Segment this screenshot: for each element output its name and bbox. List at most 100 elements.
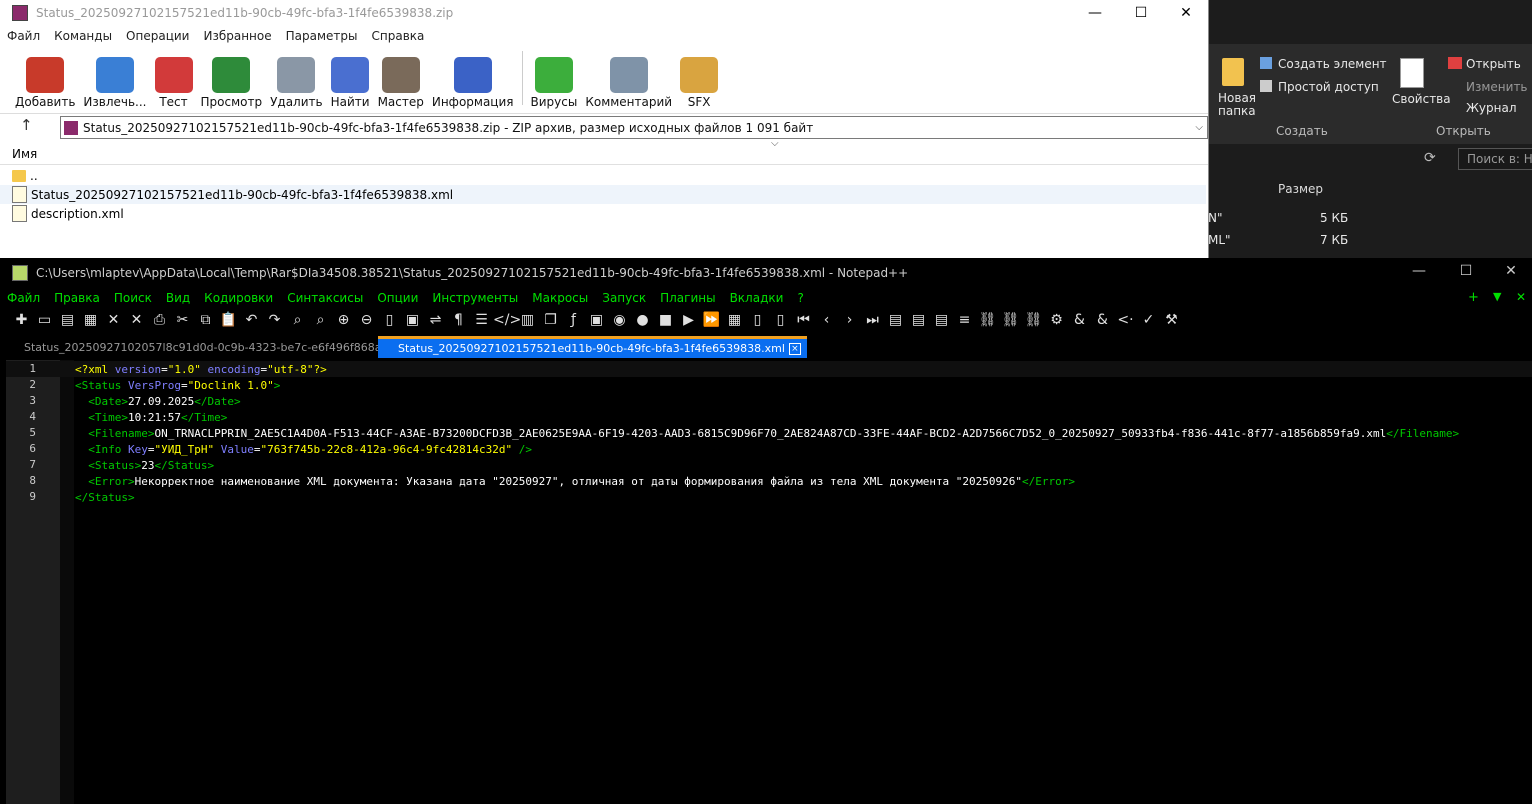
npp-tool-icon[interactable]: ⊖ <box>355 312 378 328</box>
triangle-down-icon[interactable]: ▼ <box>1493 290 1501 303</box>
npp-tool-icon[interactable]: ⇌ <box>424 312 447 328</box>
npp-tool-icon[interactable]: ▤ <box>930 312 953 328</box>
menu-item[interactable]: Команды <box>47 29 119 43</box>
code-line[interactable]: <Filename>ON_TRNACLPPRIN_2AE5C1A4D0A-F51… <box>75 426 1459 442</box>
properties-button[interactable]: Свойства <box>1392 92 1451 106</box>
npp-tool-icon[interactable]: ☰ <box>470 312 493 328</box>
npp-tool-icon[interactable]: ⧉ <box>194 312 217 328</box>
npp-tool-icon[interactable]: ¶ <box>447 312 470 328</box>
code-line[interactable]: <Date>27.09.2025</Date> <box>75 394 240 410</box>
npp-tool-icon[interactable]: ƒ <box>562 312 585 328</box>
npp-close-button[interactable]: ✕ <box>1488 258 1532 283</box>
file-row[interactable]: Status_20250927102157521ed11b-90cb-49fc-… <box>0 185 1206 204</box>
npp-tool-icon[interactable]: ▣ <box>401 312 424 328</box>
npp-tool-icon[interactable]: ✓ <box>1137 312 1160 328</box>
menu-item[interactable]: Справка <box>365 29 432 43</box>
npp-tool-icon[interactable]: ⌕ <box>286 312 309 328</box>
npp-menu-item[interactable]: Кодировки <box>197 291 280 305</box>
npp-tool-icon[interactable]: ✕ <box>102 312 125 328</box>
npp-menu-item[interactable]: Макросы <box>525 291 595 305</box>
npp-menu-item[interactable]: Инструменты <box>425 291 525 305</box>
code-line[interactable]: <Error>Некорректное наименование XML док… <box>75 474 1075 490</box>
tab[interactable]: Status_20250927102057l8c91d0d-0c9b-4323-… <box>24 336 425 358</box>
file-row[interactable]: description.xml <box>12 204 124 223</box>
npp-tool-icon[interactable]: ▤ <box>907 312 930 328</box>
npp-tool-icon[interactable]: ● <box>631 312 654 328</box>
npp-tool-icon[interactable]: </> <box>493 312 521 328</box>
npp-menu-item[interactable]: Файл <box>0 291 47 305</box>
menu-item[interactable]: Файл <box>0 29 47 43</box>
search-input[interactable]: Поиск в: Но <box>1458 148 1532 170</box>
npp-tool-icon[interactable]: <· <box>1114 312 1137 328</box>
npp-menu-item[interactable]: Опции <box>370 291 425 305</box>
toolbar-button[interactable]: Мастер <box>378 57 424 109</box>
chevron-down-icon[interactable]: ⌵ <box>1195 122 1203 133</box>
npp-tool-icon[interactable]: ⌕ <box>309 312 332 328</box>
maximize-button[interactable]: ☐ <box>1118 0 1164 25</box>
npp-tool-icon[interactable]: › <box>838 312 861 328</box>
explorer-row-name[interactable]: ML" <box>1208 233 1231 247</box>
explorer-row-name[interactable]: N" <box>1208 211 1223 225</box>
create-item-button[interactable]: Создать элемент <box>1278 57 1387 71</box>
column-name[interactable]: Имя <box>12 147 37 161</box>
npp-tool-icon[interactable]: ↷ <box>263 312 286 328</box>
npp-tool-icon[interactable]: ▤ <box>56 312 79 328</box>
toolbar-button[interactable]: Извлечь... <box>83 57 147 109</box>
npp-tool-icon[interactable]: & <box>1068 312 1091 328</box>
toolbar-button[interactable]: Вирусы <box>531 57 577 109</box>
npp-tool-icon[interactable]: ✕ <box>125 312 148 328</box>
npp-tool-icon[interactable]: ⛓ <box>999 312 1022 328</box>
npp-tool-icon[interactable]: ✂ <box>171 312 194 328</box>
npp-tool-icon[interactable]: ▦ <box>79 312 102 328</box>
npp-tool-icon[interactable]: ▣ <box>585 312 608 328</box>
npp-tool-icon[interactable]: ⛓ <box>1022 312 1045 328</box>
menu-item[interactable]: Избранное <box>196 29 278 43</box>
plus-icon[interactable]: + <box>1468 290 1479 305</box>
npp-tool-icon[interactable]: ⛓ <box>976 312 999 328</box>
npp-tool-icon[interactable]: ‹ <box>815 312 838 328</box>
npp-menu-item[interactable]: Синтаксисы <box>280 291 370 305</box>
npp-tool-icon[interactable]: ■ <box>654 312 677 328</box>
toolbar-button[interactable]: Удалить <box>270 57 323 109</box>
toolbar-button[interactable]: Просмотр <box>201 57 262 109</box>
code-line[interactable]: <?xml version="1.0" encoding="utf-8"?> <box>75 362 327 378</box>
npp-tool-icon[interactable]: ⚙ <box>1045 312 1068 328</box>
archive-path-field[interactable]: Status_20250927102157521ed11b-90cb-49fc-… <box>60 116 1208 139</box>
winrar-titlebar[interactable]: Status_20250927102157521ed11b-90cb-49fc-… <box>0 0 1208 25</box>
npp-tool-icon[interactable]: ▭ <box>33 312 56 328</box>
code-line[interactable]: <Info Key="УИД_ТрН" Value="763f745b-22c8… <box>75 442 532 458</box>
code-line[interactable]: <Time>10:21:57</Time> <box>75 410 227 426</box>
minimize-button[interactable]: — <box>1072 0 1118 25</box>
npp-menu-item[interactable]: Поиск <box>107 291 159 305</box>
new-folder-button[interactable]: Новая папка <box>1218 92 1258 118</box>
npp-tool-icon[interactable]: ❐ <box>539 312 562 328</box>
npp-tool-icon[interactable]: ▯ <box>746 312 769 328</box>
npp-tool-icon[interactable]: ⏩ <box>700 312 723 328</box>
npp-tool-icon[interactable]: ◉ <box>608 312 631 328</box>
npp-tool-icon[interactable]: ↶ <box>240 312 263 328</box>
refresh-icon[interactable]: ⟳ <box>1424 150 1444 168</box>
new-folder-icon[interactable] <box>1222 58 1244 86</box>
toolbar-button[interactable]: Найти <box>331 57 370 109</box>
toolbar-button[interactable]: Добавить <box>15 57 75 109</box>
npp-menu-item[interactable]: Плагины <box>653 291 722 305</box>
npp-tool-icon[interactable]: & <box>1091 312 1114 328</box>
history-button[interactable]: Журнал <box>1466 101 1517 115</box>
properties-icon[interactable] <box>1400 58 1424 88</box>
easy-access-button[interactable]: Простой доступ <box>1278 80 1379 94</box>
npp-tool-icon[interactable]: ⚒ <box>1160 312 1183 328</box>
menu-item[interactable]: Параметры <box>279 29 365 43</box>
file-row[interactable]: .. <box>12 166 38 185</box>
npp-tool-icon[interactable]: ≡ <box>953 312 976 328</box>
code-line[interactable]: <Status>23</Status> <box>75 458 214 474</box>
npp-maximize-button[interactable]: ☐ <box>1443 258 1489 283</box>
npp-tool-icon[interactable]: ▶ <box>677 312 700 328</box>
npp-menu-item[interactable]: Вкладки <box>723 291 791 305</box>
npp-tool-icon[interactable]: ⊕ <box>332 312 355 328</box>
code-editor[interactable]: 1 <?xml version="1.0" encoding="utf-8"?> 2… <box>6 360 1532 804</box>
toolbar-button[interactable]: SFX <box>680 57 719 109</box>
close-button[interactable]: ✕ <box>1163 0 1209 25</box>
npp-minimize-button[interactable]: — <box>1396 258 1442 283</box>
npp-titlebar[interactable]: C:\Users\mlaptev\AppData\Local\Temp\Rar$… <box>0 258 1532 288</box>
toolbar-button[interactable]: Информация <box>432 57 514 109</box>
